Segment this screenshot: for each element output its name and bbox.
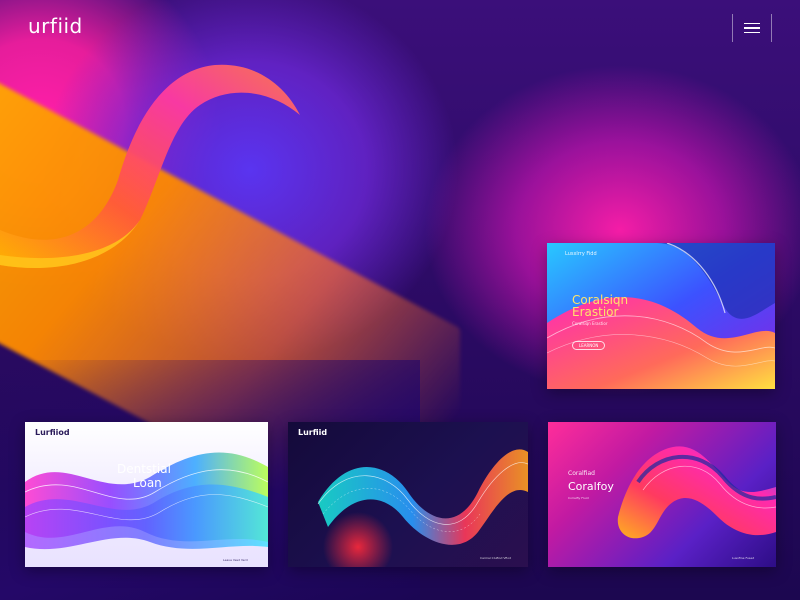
card-1-headline-2: Erastior bbox=[572, 305, 619, 319]
menu-bar-line bbox=[744, 31, 760, 34]
menu-bar-line bbox=[744, 27, 760, 29]
card-1-subtext: Coralsiqn Erastior bbox=[572, 321, 608, 326]
card-4-wave-graphic bbox=[617, 446, 776, 539]
gallery-card-3[interactable]: Lurfiid Carmal Cluftod Vfiod bbox=[288, 422, 528, 567]
card-2-wave-graphic bbox=[25, 452, 268, 550]
gallery-card-1[interactable]: Lusxlrry Fidd Coralsiqn Erastior Coralsi… bbox=[547, 243, 775, 389]
gallery-card-4[interactable]: Coralfiad Coralfoy Colraifiy Fluot Lusxf… bbox=[548, 422, 776, 567]
brand-logo[interactable]: urfiid bbox=[28, 14, 83, 38]
card-1-brand: Lusxlrry Fidd bbox=[565, 251, 597, 257]
card-2-headline-1: Dentstial bbox=[117, 462, 171, 476]
hero-background: urfiid Lusxlrry Fidd Coralsiqn Erastior … bbox=[0, 0, 800, 600]
card-2-headline-2: Loan bbox=[133, 476, 162, 490]
card-4-subtext: Colraifiy Fluot bbox=[568, 496, 589, 500]
card-2-footer: Leave Vesd Verd bbox=[223, 558, 248, 562]
gallery-card-2[interactable]: Lurfiiod Dentstial Loan Leave Vesd Verd bbox=[25, 422, 268, 567]
menu-bar-line bbox=[744, 22, 760, 25]
swoosh-ribbon-graphic bbox=[0, 64, 300, 268]
card-4-footer: Lusxfine Fused bbox=[732, 556, 755, 560]
card-1-learn-button[interactable]: LEARNON bbox=[572, 341, 606, 350]
card-4-headline-1: Coralfoy bbox=[568, 480, 614, 493]
card-2-brand: Lurfiiod bbox=[35, 428, 70, 437]
card-3-footer: Carmal Cluftod Vfiod bbox=[480, 556, 512, 560]
hamburger-menu-icon[interactable] bbox=[732, 14, 772, 42]
card-3-brand: Lurfiid bbox=[298, 428, 328, 437]
card-4-brand: Coralfiad bbox=[568, 470, 595, 477]
card-3-wave-graphic bbox=[317, 449, 528, 567]
